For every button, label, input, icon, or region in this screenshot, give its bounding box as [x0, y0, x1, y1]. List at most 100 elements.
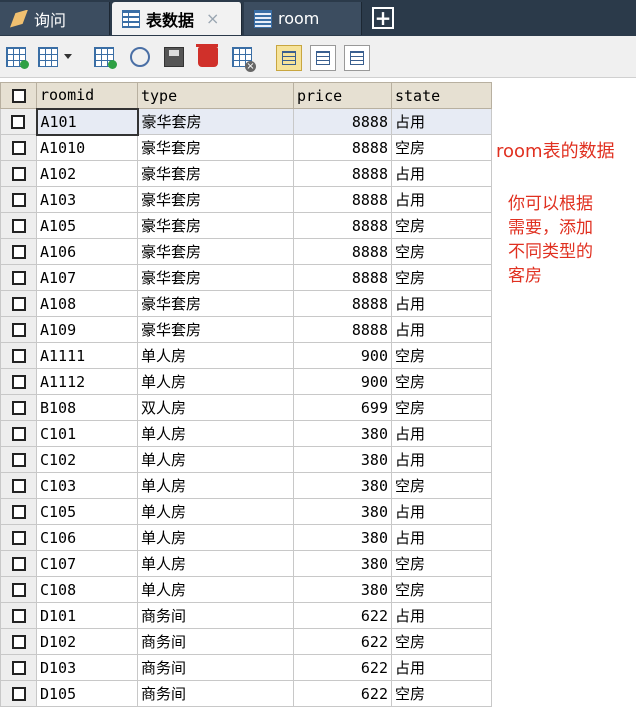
cell-roomid[interactable]: A102	[36, 160, 138, 187]
cell-price[interactable]: 622	[293, 654, 392, 681]
cell-price[interactable]: 8888	[293, 290, 392, 317]
cell-state[interactable]: 空房	[391, 576, 492, 603]
table-row[interactable]: A1112 单人房 900 空房	[0, 368, 492, 395]
select-all-checkbox[interactable]	[0, 82, 37, 109]
cell-roomid[interactable]: A108	[36, 290, 138, 317]
cell-type[interactable]: 单人房	[137, 576, 294, 603]
cell-roomid[interactable]: A1112	[36, 368, 138, 395]
cell-roomid[interactable]: A105	[36, 212, 138, 239]
row-select-checkbox[interactable]	[0, 290, 37, 317]
cell-roomid[interactable]: C102	[36, 446, 138, 473]
table-row[interactable]: A101 豪华套房 8888 占用	[0, 107, 492, 136]
table-row[interactable]: C103 单人房 380 空房	[0, 472, 492, 499]
cell-type[interactable]: 豪华套房	[137, 238, 294, 265]
cell-type[interactable]: 单人房	[137, 550, 294, 577]
row-select-checkbox[interactable]	[0, 628, 37, 655]
row-select-checkbox[interactable]	[0, 654, 37, 681]
row-select-checkbox[interactable]	[0, 212, 37, 239]
cell-state[interactable]: 空房	[391, 238, 492, 265]
close-icon[interactable]: ×	[206, 9, 219, 28]
delete-icon[interactable]	[196, 44, 218, 67]
row-select-checkbox[interactable]	[0, 524, 37, 551]
row-select-checkbox[interactable]	[0, 186, 37, 213]
cell-roomid[interactable]: D105	[36, 680, 138, 707]
export-icon[interactable]	[38, 47, 58, 67]
cell-price[interactable]: 380	[293, 550, 392, 577]
cell-state[interactable]: 占用	[391, 446, 492, 473]
cell-type[interactable]: 商务间	[137, 602, 294, 629]
cell-state[interactable]: 空房	[391, 472, 492, 499]
row-select-checkbox[interactable]	[0, 394, 37, 421]
cell-roomid[interactable]: C107	[36, 550, 138, 577]
cell-price[interactable]: 8888	[293, 212, 392, 239]
cell-type[interactable]: 单人房	[137, 498, 294, 525]
table-row[interactable]: D103 商务间 622 占用	[0, 654, 492, 681]
tab-table-data[interactable]: 表数据 ×	[112, 2, 242, 35]
cell-price[interactable]: 380	[293, 420, 392, 447]
cell-type[interactable]: 豪华套房	[137, 264, 294, 291]
table-row[interactable]: A105 豪华套房 8888 空房	[0, 212, 492, 239]
cell-roomid[interactable]: A1111	[36, 342, 138, 369]
chevron-down-icon[interactable]	[64, 54, 72, 59]
cell-roomid[interactable]: C108	[36, 576, 138, 603]
row-select-checkbox[interactable]	[0, 108, 37, 135]
row-select-checkbox[interactable]	[0, 342, 37, 369]
cell-state[interactable]: 占用	[391, 160, 492, 187]
table-row[interactable]: A109 豪华套房 8888 占用	[0, 316, 492, 343]
cell-state[interactable]: 占用	[391, 290, 492, 317]
row-select-checkbox[interactable]	[0, 576, 37, 603]
cell-price[interactable]: 380	[293, 524, 392, 551]
row-select-checkbox[interactable]	[0, 264, 37, 291]
cell-state[interactable]: 占用	[391, 654, 492, 681]
cell-roomid[interactable]: A101	[35, 107, 139, 136]
cell-state[interactable]: 占用	[391, 186, 492, 213]
cell-price[interactable]: 8888	[293, 186, 392, 213]
cell-type[interactable]: 双人房	[137, 394, 294, 421]
discard-changes-icon[interactable]	[232, 47, 256, 72]
table-row[interactable]: A1010 豪华套房 8888 空房	[0, 134, 492, 161]
cell-type[interactable]: 单人房	[137, 446, 294, 473]
row-select-checkbox[interactable]	[0, 134, 37, 161]
column-header-roomid[interactable]: roomid	[36, 82, 138, 109]
cell-state[interactable]: 空房	[391, 394, 492, 421]
cell-price[interactable]: 8888	[293, 264, 392, 291]
cell-price[interactable]: 8888	[293, 134, 392, 161]
tab-query[interactable]: 询问	[0, 2, 110, 35]
table-row[interactable]: C102 单人房 380 占用	[0, 446, 492, 473]
cell-price[interactable]: 900	[293, 368, 392, 395]
table-row[interactable]: A107 豪华套房 8888 空房	[0, 264, 492, 291]
cell-roomid[interactable]: B108	[36, 394, 138, 421]
table-row[interactable]: A103 豪华套房 8888 占用	[0, 186, 492, 213]
cell-price[interactable]: 622	[293, 602, 392, 629]
cell-type[interactable]: 豪华套房	[137, 316, 294, 343]
cell-roomid[interactable]: C106	[36, 524, 138, 551]
cell-roomid[interactable]: D102	[36, 628, 138, 655]
cell-type[interactable]: 单人房	[137, 472, 294, 499]
cell-price[interactable]: 622	[293, 628, 392, 655]
refresh-icon[interactable]	[130, 47, 150, 67]
cell-state[interactable]: 占用	[391, 498, 492, 525]
text-view-icon[interactable]	[344, 45, 370, 71]
cell-type[interactable]: 单人房	[137, 524, 294, 551]
table-row[interactable]: D102 商务间 622 空房	[0, 628, 492, 655]
cell-state[interactable]: 空房	[391, 212, 492, 239]
row-select-checkbox[interactable]	[0, 160, 37, 187]
cell-state[interactable]: 空房	[391, 264, 492, 291]
table-row[interactable]: C106 单人房 380 占用	[0, 524, 492, 551]
cell-price[interactable]: 380	[293, 472, 392, 499]
cell-state[interactable]: 占用	[391, 420, 492, 447]
table-row[interactable]: C105 单人房 380 占用	[0, 498, 492, 525]
cell-type[interactable]: 豪华套房	[137, 290, 294, 317]
cell-roomid[interactable]: C105	[36, 498, 138, 525]
cell-type[interactable]: 单人房	[137, 342, 294, 369]
import-icon[interactable]	[6, 47, 29, 69]
cell-price[interactable]: 380	[293, 446, 392, 473]
row-select-checkbox[interactable]	[0, 446, 37, 473]
cell-type[interactable]: 豪华套房	[137, 186, 294, 213]
row-select-checkbox[interactable]	[0, 498, 37, 525]
table-row[interactable]: C107 单人房 380 空房	[0, 550, 492, 577]
cell-roomid[interactable]: D103	[36, 654, 138, 681]
cell-state[interactable]: 空房	[391, 368, 492, 395]
row-select-checkbox[interactable]	[0, 550, 37, 577]
cell-type[interactable]: 单人房	[137, 368, 294, 395]
